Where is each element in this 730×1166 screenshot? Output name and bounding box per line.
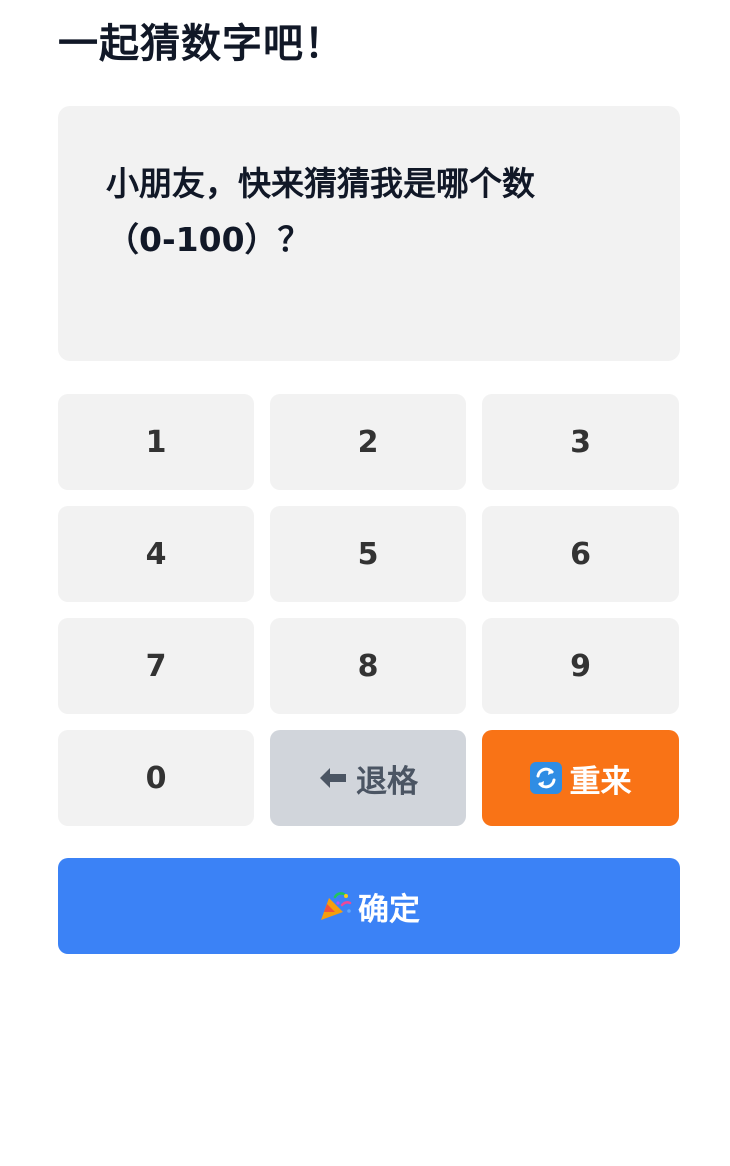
key-9[interactable]: 9 xyxy=(482,618,679,714)
key-2[interactable]: 2 xyxy=(270,394,466,490)
backspace-button[interactable]: 退格 xyxy=(270,730,466,826)
party-popper-icon xyxy=(318,889,352,923)
key-5[interactable]: 5 xyxy=(270,506,466,602)
page-title: 一起猜数字吧！ xyxy=(58,21,345,67)
backspace-label: 退格 xyxy=(356,763,418,800)
reset-label: 重来 xyxy=(569,763,632,800)
key-7[interactable]: 7 xyxy=(58,618,254,714)
prompt-line-2: （0-100）？ xyxy=(106,220,311,259)
key-3[interactable]: 3 xyxy=(482,394,679,490)
key-1[interactable]: 1 xyxy=(58,394,254,490)
arrow-left-icon xyxy=(318,766,348,790)
confirm-label: 确定 xyxy=(358,891,420,928)
refresh-icon xyxy=(529,762,562,794)
key-8[interactable]: 8 xyxy=(270,618,466,714)
reset-button[interactable]: 重来 xyxy=(482,730,679,826)
prompt-box: 小朋友，快来猜猜我是哪个数 （0-100）？ xyxy=(58,106,680,361)
key-4[interactable]: 4 xyxy=(58,506,254,602)
key-6[interactable]: 6 xyxy=(482,506,679,602)
key-0[interactable]: 0 xyxy=(58,730,254,826)
confirm-button[interactable]: 确定 xyxy=(58,858,680,954)
prompt-line-1: 小朋友，快来猜猜我是哪个数 xyxy=(106,164,535,203)
number-keypad: 1 2 3 4 5 6 7 8 9 0 退格 重来 xyxy=(58,394,680,826)
guess-number-page: 一起猜数字吧！ 小朋友，快来猜猜我是哪个数 （0-100）？ 1 2 3 4 5… xyxy=(0,0,730,1166)
